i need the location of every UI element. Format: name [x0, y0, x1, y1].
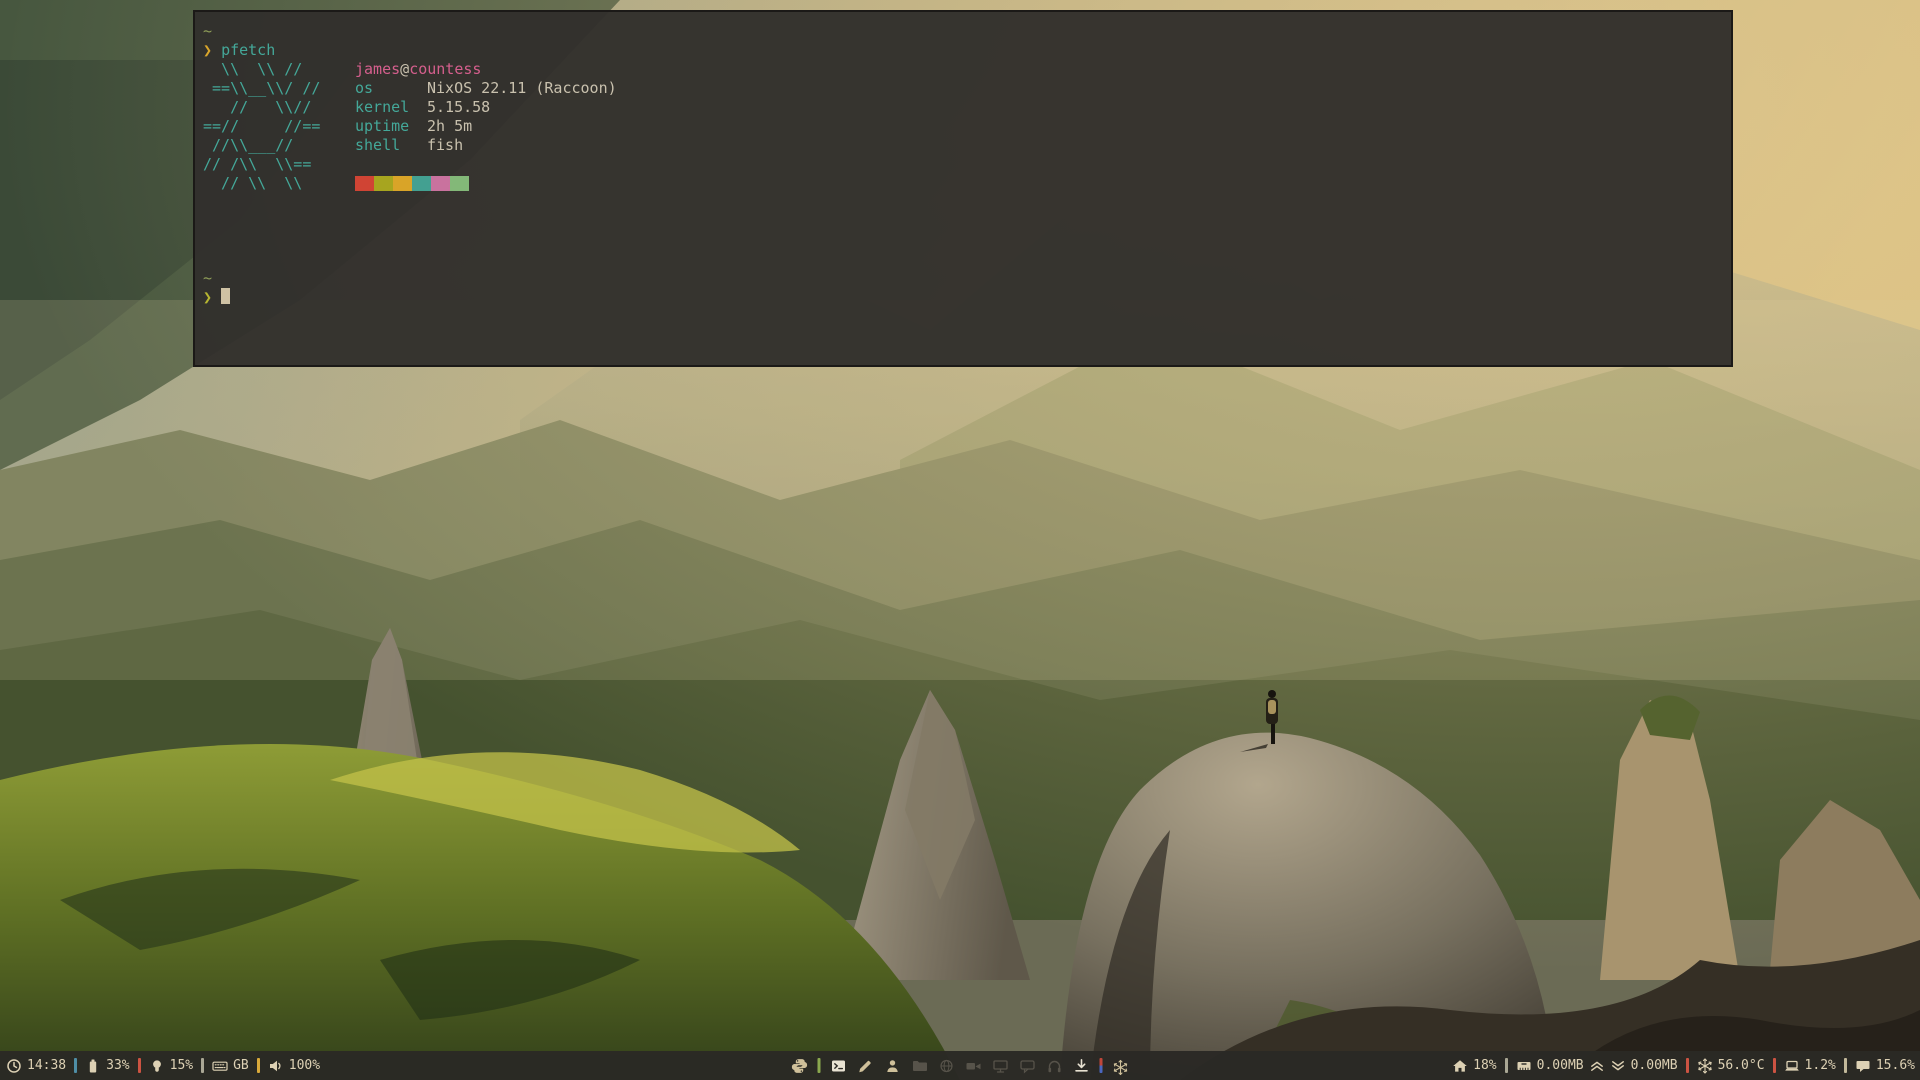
net-down-text: 0.00MB — [1631, 1058, 1678, 1073]
palette-swatch — [355, 176, 374, 191]
folder-icon[interactable] — [912, 1058, 928, 1074]
taskbar-groups — [831, 1058, 1090, 1074]
chevrons-down-icon — [1610, 1058, 1626, 1074]
terminal-command: pfetch — [221, 41, 275, 59]
battery-text: 33% — [106, 1058, 129, 1073]
terminal-window[interactable]: ~ ❯ pfetch \\ \\ // ==\\__\\/ // // \\//… — [193, 10, 1733, 367]
pfetch-userhost: james@countess — [355, 60, 617, 79]
palette-swatch — [374, 176, 393, 191]
snowflake-icon — [1697, 1058, 1713, 1074]
clock-icon — [6, 1058, 22, 1074]
net-up-text: 0.00MB — [1537, 1058, 1584, 1073]
globe-icon[interactable] — [939, 1058, 955, 1074]
home-icon — [1452, 1058, 1468, 1074]
cpu-text: 1.2% — [1805, 1058, 1836, 1073]
separator — [138, 1058, 141, 1073]
pfetch-shell: shellfish — [355, 136, 617, 155]
cpu-widget[interactable]: 1.2% — [1784, 1058, 1836, 1074]
clock-text: 14:38 — [27, 1058, 66, 1073]
memory-text: 15.6% — [1876, 1058, 1915, 1073]
separator — [1844, 1058, 1847, 1073]
terminal-cwd: ~ — [203, 22, 212, 41]
separator — [1686, 1058, 1689, 1073]
ethernet-icon — [1516, 1058, 1532, 1074]
home-usage-widget[interactable]: 18% — [1452, 1058, 1496, 1074]
palette-swatch — [431, 176, 450, 191]
temperature-text: 56.0°C — [1718, 1058, 1765, 1073]
download-icon[interactable] — [1074, 1058, 1090, 1074]
pfetch-uptime: uptime2h 5m — [355, 117, 617, 136]
terminal-prompt-line: ❯ pfetch — [203, 41, 275, 60]
terminal-cwd: ~ — [203, 269, 212, 288]
memory-widget[interactable]: 15.6% — [1855, 1058, 1915, 1074]
separator — [201, 1058, 204, 1073]
nixos-ascii-logo: \\ \\ // ==\\__\\/ // // \\// ==// //== … — [203, 60, 320, 193]
volume-widget[interactable]: 100% — [268, 1058, 320, 1074]
brightness-text: 15% — [170, 1058, 193, 1073]
desktop: ~ ❯ pfetch \\ \\ // ==\\__\\/ // // \\//… — [0, 0, 1920, 1080]
terminal-color-palette — [355, 176, 469, 191]
separator — [1505, 1058, 1508, 1073]
separator — [257, 1058, 260, 1073]
bubble-icon — [1855, 1058, 1871, 1074]
palette-swatch — [412, 176, 431, 191]
pfetch-info: james@countess osNixOS 22.11 (Raccoon) k… — [355, 60, 617, 155]
speaker-icon — [268, 1058, 284, 1074]
laptop-icon — [1784, 1058, 1800, 1074]
keyboard-layout-text: GB — [233, 1058, 249, 1073]
separator — [1100, 1058, 1103, 1073]
status-bar: 14:38 33% 15% GB 100% — [0, 1051, 1920, 1080]
chevrons-up-icon — [1589, 1058, 1605, 1074]
separator — [818, 1058, 821, 1073]
person-icon[interactable] — [885, 1058, 901, 1074]
pencil-icon[interactable] — [858, 1058, 874, 1074]
bar-center-widgets — [792, 1051, 1129, 1080]
brightness-widget[interactable]: 15% — [149, 1058, 193, 1074]
terminal-app-icon[interactable] — [831, 1058, 847, 1074]
nixos-snowflake-icon[interactable] — [1113, 1058, 1129, 1074]
prompt-symbol: ❯ — [203, 288, 212, 306]
monitor-icon[interactable] — [993, 1058, 1009, 1074]
palette-swatch — [450, 176, 469, 191]
temperature-widget[interactable]: 56.0°C — [1697, 1058, 1765, 1074]
network-widget[interactable]: 0.00MB 0.00MB — [1516, 1058, 1678, 1074]
battery-icon — [85, 1058, 101, 1074]
camera-icon[interactable] — [966, 1058, 982, 1074]
pfetch-kernel: kernel5.15.58 — [355, 98, 617, 117]
prompt-symbol: ❯ — [203, 41, 212, 59]
terminal-cursor — [221, 288, 230, 304]
keyboard-icon — [212, 1058, 228, 1074]
bar-right-widgets: 18% 0.00MB 0.00MB 56.0°C 1.2% — [1452, 1058, 1920, 1074]
pfetch-os: osNixOS 22.11 (Raccoon) — [355, 79, 617, 98]
battery-widget[interactable]: 33% — [85, 1058, 129, 1074]
palette-swatch — [393, 176, 412, 191]
headphones-icon[interactable] — [1047, 1058, 1063, 1074]
clock-widget[interactable]: 14:38 — [6, 1058, 66, 1074]
home-usage-text: 18% — [1473, 1058, 1496, 1073]
bar-left-widgets: 14:38 33% 15% GB 100% — [0, 1058, 320, 1074]
python-icon[interactable] — [792, 1058, 808, 1074]
terminal-prompt-line-2[interactable]: ❯ — [203, 288, 230, 307]
keyboard-layout-widget[interactable]: GB — [212, 1058, 249, 1074]
volume-text: 100% — [289, 1058, 320, 1073]
bulb-icon — [149, 1058, 165, 1074]
separator — [74, 1058, 77, 1073]
separator — [1773, 1058, 1776, 1073]
chat-icon[interactable] — [1020, 1058, 1036, 1074]
